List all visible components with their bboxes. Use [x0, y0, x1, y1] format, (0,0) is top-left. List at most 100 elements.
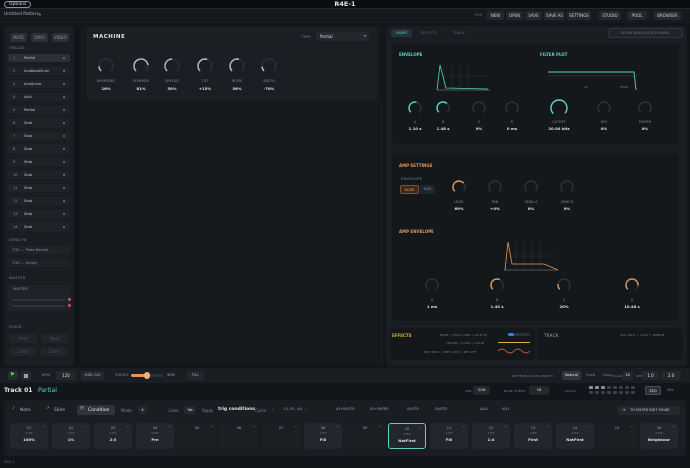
master-strip[interactable]: MASTER	[8, 285, 71, 311]
scale-dot[interactable]	[619, 391, 623, 394]
len-field[interactable]: 3/16	[473, 386, 490, 395]
mode-natural-button[interactable]: Natural	[562, 371, 581, 380]
scale-dot[interactable]	[589, 386, 593, 389]
step-pad[interactable]: 11 STEP Fill ⌐	[430, 423, 468, 449]
mode-button-drio[interactable]: DRIO	[31, 33, 48, 42]
step-pad[interactable]: 05 ⌐	[178, 423, 216, 449]
step-pad[interactable]: 12 STEP 1:4 ⌐	[472, 423, 510, 449]
tab-shape[interactable]: SHAPE	[391, 29, 412, 37]
mode-fixed-button[interactable]: Fixed	[586, 373, 595, 377]
step-pad[interactable]: 15 ⌐	[598, 423, 636, 449]
scale-dot[interactable]	[601, 391, 605, 394]
amp-settings-knob-0[interactable]: LEVEL 69%	[452, 180, 466, 211]
new-button[interactable]: NEW	[487, 11, 504, 20]
step-pad[interactable]: 07 ⌐	[262, 423, 300, 449]
mix-button[interactable]: MIX	[667, 388, 674, 392]
amp-settings-knob-2[interactable]: SEND A 0%	[524, 180, 539, 211]
save-as-button[interactable]: SAVE AS	[544, 11, 565, 20]
apply-value[interactable]: trig conditions	[218, 407, 255, 412]
step-pad[interactable]: 03 STEP 2:3 ⌐	[94, 423, 132, 449]
machine-knob-0[interactable]: HARMONIC 16%	[97, 58, 116, 91]
step-pad[interactable]: 10 STEP NotFirst ⌐	[388, 423, 426, 449]
step-pad[interactable]: 14 STEP NotFirst ⌐	[556, 423, 594, 449]
scale-dot[interactable]	[613, 391, 617, 394]
base-steps-field[interactable]: 16	[529, 386, 549, 395]
step-pad[interactable]: 13 STEP First ⌐	[514, 423, 552, 449]
condition-chip[interactable]: A3+SH/STR	[336, 407, 355, 411]
tab-effects[interactable]: EFFECTS	[421, 31, 437, 35]
track-item[interactable]: 10 Stab	[8, 171, 70, 179]
length-field[interactable]: 2.0	[661, 371, 681, 380]
edit-mode-button[interactable]: ⇥ TO ENTER EDIT MODE	[618, 406, 680, 415]
scale-dot[interactable]	[589, 391, 593, 394]
stop-button[interactable]	[21, 371, 31, 380]
scale-dot[interactable]	[631, 391, 635, 394]
condition-chip[interactable]: SH/STD	[435, 407, 447, 411]
swing-slider-handle[interactable]	[144, 372, 150, 379]
amp-envelope-knob-1[interactable]: D 1.45 s	[490, 278, 505, 309]
mode-button-video[interactable]: VIDEO	[52, 33, 69, 42]
seq-button[interactable]: SEQ	[645, 386, 661, 395]
pool-button[interactable]: POOL	[627, 11, 647, 20]
scale-dot[interactable]	[601, 386, 605, 389]
scale-field[interactable]: 16	[622, 371, 633, 380]
tab-slide[interactable]: ↗ Slide	[44, 405, 72, 415]
tab-note[interactable]: ♪ Note	[10, 405, 38, 415]
mode-field[interactable]: 4	[138, 406, 147, 414]
scale-dot[interactable]	[625, 391, 629, 394]
scale-dot[interactable]	[607, 391, 611, 394]
save-button[interactable]: SAVE	[525, 11, 542, 20]
scale-dot[interactable]	[613, 386, 617, 389]
effects-slider[interactable]	[508, 333, 530, 336]
type-select[interactable]: Partial ▾	[316, 32, 369, 41]
machine-knob-2[interactable]: SPREAD 50%	[164, 58, 180, 91]
condition-chip[interactable]: SH/STR	[407, 407, 419, 411]
scale-dot[interactable]	[625, 386, 629, 389]
voice-prev-button[interactable]: Prev	[10, 334, 37, 343]
track-item[interactable]: 12 Stab	[8, 197, 70, 205]
scale-dot[interactable]	[595, 391, 599, 394]
track-item[interactable]: 9 Stab	[8, 158, 70, 166]
machine-knob-5[interactable]: WIDTH -70%	[261, 58, 277, 91]
tab-track[interactable]: TRACK	[453, 31, 465, 35]
filter-knob-1[interactable]: RES 0%	[597, 101, 611, 131]
scale-dot[interactable]	[619, 386, 623, 389]
scale-dot[interactable]	[607, 386, 611, 389]
midi-clock-button[interactable]: MIDI CLK	[81, 371, 104, 380]
track-item[interactable]: 4 Acid	[8, 93, 70, 101]
chevron-down-icon[interactable]: ▾	[39, 12, 41, 17]
machine-knob-4[interactable]: NOISE 56%	[229, 58, 245, 91]
modulation-button[interactable]: SHOW MODULATION PANEL	[608, 28, 683, 38]
envelope-knob-2[interactable]: S 0%	[472, 101, 486, 131]
condition-chip[interactable]: 1:2, FIL, 4/4, ...	[283, 407, 307, 411]
step-pad[interactable]: 08 STEP Fill ⌐	[304, 423, 342, 449]
envelope-knob-0[interactable]: A 1.10 s	[408, 101, 423, 131]
amp-settings-knob-1[interactable]: PAN +0%	[488, 180, 502, 211]
step-pad[interactable]: 16 STEP Neighbour ⌐	[640, 423, 678, 449]
amp-settings-knob-3[interactable]: SEND B 0%	[560, 180, 575, 211]
voice-clone-button[interactable]: Clone	[41, 347, 68, 356]
track-item[interactable]: 14 Stab	[8, 223, 70, 231]
condition-chip[interactable]: A/XA	[480, 407, 488, 411]
lane-field[interactable]: Tab	[184, 406, 196, 414]
track-item[interactable]: 8 Stab	[8, 145, 70, 153]
send-fx1[interactable]: FX1 — Plate Reverb	[8, 246, 70, 254]
settings-button[interactable]: SETTINGS	[567, 11, 591, 20]
play-button[interactable]: ▶	[8, 371, 18, 380]
studio-button[interactable]: STUDIO	[599, 11, 621, 20]
condition-chip[interactable]: A3+SH/PRE	[370, 407, 389, 411]
step-pad[interactable]: 09 ⌐	[346, 423, 384, 449]
filter-knob-2[interactable]: MORPH 0%	[638, 101, 652, 131]
tab-condition[interactable]: ◷ Condition	[77, 405, 115, 415]
track-item[interactable]: 7 Stab	[8, 132, 70, 140]
voice-next-button[interactable]: Next	[41, 334, 68, 343]
envelope-knob-3[interactable]: R 0 ms	[505, 101, 519, 131]
track-item[interactable]: 3 AnaSnare	[8, 80, 70, 88]
amp-envelope-knob-0[interactable]: A 1 ms	[425, 278, 439, 309]
browser-button[interactable]: BROWSER	[654, 11, 681, 20]
envelope-knob-1[interactable]: D 1.48 s	[436, 101, 451, 131]
scale-dot[interactable]	[631, 386, 635, 389]
track-item[interactable]: 1 Partial	[8, 54, 70, 62]
step-pad[interactable]: 06 ⌐	[220, 423, 258, 449]
send-fx2[interactable]: FX2 — Empty	[8, 259, 70, 267]
